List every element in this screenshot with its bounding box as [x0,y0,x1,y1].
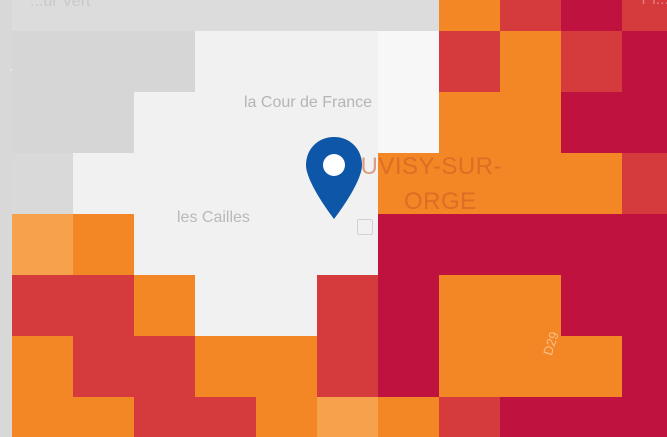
grid-cell [317,31,378,92]
grid-cell [256,397,317,437]
grid-cell [12,92,134,153]
map-label-top-left: ...ur Vert [30,0,91,10]
grid-cell [378,214,439,275]
map-label-orge: ORGE [404,188,477,215]
grid-cell [134,275,195,336]
grid-cell [73,275,134,336]
grid-cell [622,214,667,275]
grid-cell [439,92,500,153]
grid-cell [378,336,439,397]
grid-cell [439,31,500,92]
map-poi-icon [357,219,373,235]
grid-cell [439,397,500,437]
grid-cell [12,336,73,397]
grid-cell [500,214,561,275]
grid-cell [500,31,561,92]
grid-cell [439,336,500,397]
grid-cell [561,92,622,153]
map-label-juvisy: JUVISY-SUR- [348,153,502,180]
map-label-cour-de-france: la Cour de France [244,94,373,111]
grid-cell [500,0,561,31]
grid-cell [622,336,667,397]
grid-cell [317,336,378,397]
grid-cell [73,153,134,214]
grid-cell [134,153,195,214]
grid-cell [500,153,561,214]
grid-cell [439,214,500,275]
grid-cell [12,275,73,336]
grid-cell [256,31,317,92]
grid-cell [378,275,439,336]
grid-cell [256,336,317,397]
grid-cell [73,214,134,275]
grid-cell [378,92,439,153]
grid-cell [561,397,622,437]
grid-cell [256,275,317,336]
grid-cell [134,336,195,397]
grid-cell [317,275,378,336]
grid-cell [12,153,73,214]
grid-cell [317,397,378,437]
grid-cell [195,275,256,336]
grid-cell [561,214,622,275]
grid-cell [378,31,439,92]
grid-cell [73,336,134,397]
grid-cell [134,92,195,153]
grid-cell [561,31,622,92]
grid-cell [622,275,667,336]
grid-cell [500,275,561,336]
grid-cell [12,397,73,437]
map-view[interactable]: ...ur Vert Pi... la Cour de France JUVIS… [0,0,667,437]
grid-cell [561,0,622,31]
grid-cell [561,336,622,397]
grid-cell [134,397,195,437]
grid-cell [195,336,256,397]
grid-cell [256,214,317,275]
grid-cell [195,397,256,437]
grid-cell [561,275,622,336]
grid-cell [195,153,256,214]
grid-cell [195,31,256,92]
grid-cell [12,31,195,92]
location-pin-icon[interactable] [304,135,364,221]
grid-cell [378,397,439,437]
grid-cell [500,92,561,153]
grid-cell [439,275,500,336]
map-label-top-right: Pi... [641,0,667,8]
grid-cell [12,214,73,275]
grid-cell [500,397,561,437]
grid-cell [622,92,667,153]
map-label-cailles: les Cailles [177,209,250,226]
grid-cell [622,153,667,214]
grid-cell [561,153,622,214]
grid-cell [73,397,134,437]
grid-cell [622,397,667,437]
grid-cell [439,0,500,31]
grid-cell [622,31,667,92]
